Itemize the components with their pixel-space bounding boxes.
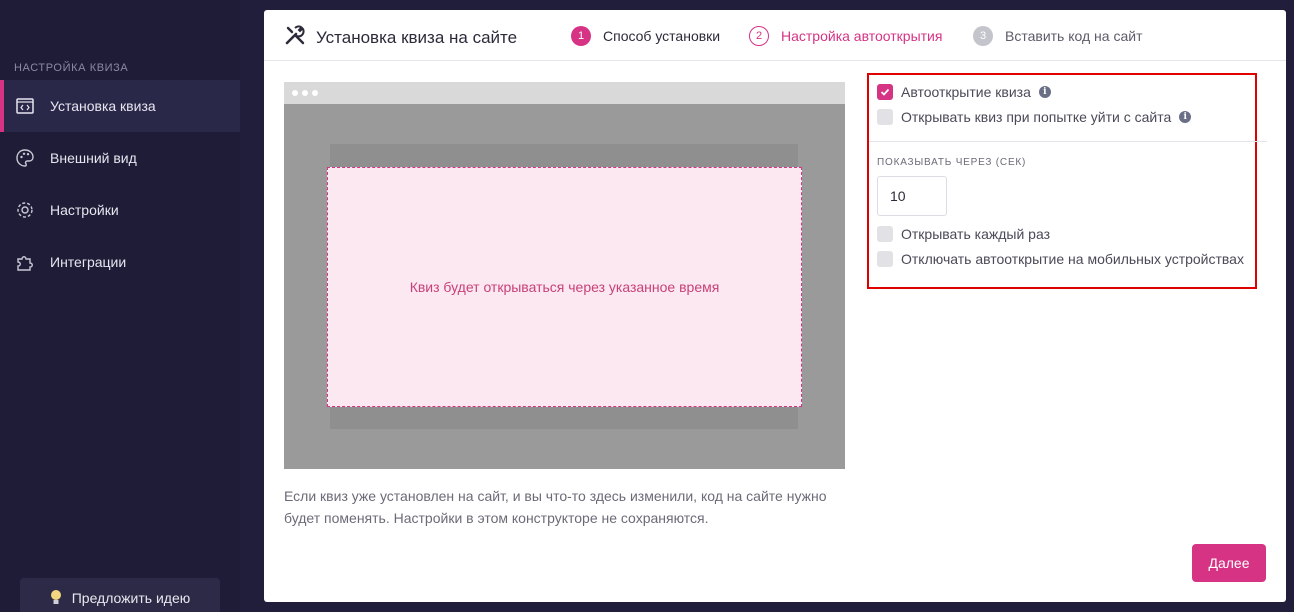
step-number: 2	[749, 26, 769, 46]
sidebar-section-label: НАСТРОЙКА КВИЗА	[14, 62, 129, 74]
quiz-preview-text: Квиз будет открываться через указанное в…	[409, 279, 720, 295]
autoopen-option[interactable]: Автооткрытие квиза i	[877, 84, 1051, 100]
step-label: Настройка автооткрытия	[781, 28, 943, 44]
divider	[869, 141, 1267, 142]
browser-dot	[312, 90, 318, 96]
step-2[interactable]: 2 Настройка автооткрытия	[749, 26, 942, 46]
step-number: 1	[571, 26, 591, 46]
show-after-label: ПОКАЗЫВАТЬ ЧЕРЕЗ (СЕК)	[877, 157, 1027, 168]
header: Установка квиза на сайте 1 Способ устано…	[264, 10, 1286, 61]
browser-bar	[284, 82, 845, 104]
info-icon[interactable]: i	[1038, 86, 1051, 98]
show-after-seconds-input[interactable]	[877, 176, 947, 216]
sidebar-item-label: Интеграции	[50, 254, 127, 270]
disable-mobile-checkbox[interactable]	[877, 251, 893, 267]
quiz-preview-box: Квиз будет открываться через указанное в…	[327, 167, 802, 407]
every-time-checkbox[interactable]	[877, 226, 893, 242]
tools-icon	[284, 24, 306, 51]
every-time-option[interactable]: Открывать каждый раз	[877, 226, 1050, 242]
sidebar: НАСТРОЙКА КВИЗА Установка квиза Внешний …	[0, 0, 240, 612]
suggest-idea-button[interactable]: Предложить идею	[20, 578, 220, 612]
browser-dot	[292, 90, 298, 96]
check-icon	[880, 88, 890, 96]
sidebar-item-install[interactable]: Установка квиза	[0, 80, 240, 132]
browser-dot	[302, 90, 308, 96]
exit-intent-label: Открывать квиз при попытке уйти с сайта	[901, 109, 1172, 125]
main-panel: Установка квиза на сайте 1 Способ устано…	[264, 10, 1286, 602]
sidebar-item-integrations[interactable]: Интеграции	[0, 236, 240, 288]
sidebar-item-appearance[interactable]: Внешний вид	[0, 132, 240, 184]
autoopen-checkbox[interactable]	[877, 84, 893, 100]
puzzle-icon	[14, 251, 36, 273]
step-number: 3	[973, 26, 993, 46]
step-3[interactable]: 3 Вставить код на сайт	[973, 26, 1142, 46]
disable-mobile-label: Отключать автооткрытие на мобильных устр…	[901, 251, 1244, 267]
page-title: Установка квиза на сайте	[284, 24, 517, 51]
sidebar-item-settings[interactable]: Настройки	[0, 184, 240, 236]
autoopen-settings: Автооткрытие квиза i Открывать квиз при …	[867, 73, 1267, 289]
info-icon[interactable]: i	[1179, 111, 1192, 123]
palette-icon	[14, 147, 36, 169]
autoopen-label: Автооткрытие квиза	[901, 84, 1031, 100]
gear-icon	[14, 199, 36, 221]
sidebar-item-label: Внешний вид	[50, 150, 137, 166]
step-label: Способ установки	[603, 28, 721, 44]
sidebar-item-label: Установка квиза	[50, 98, 156, 114]
code-window-icon	[14, 95, 36, 117]
exit-intent-option[interactable]: Открывать квиз при попытке уйти с сайта …	[877, 109, 1192, 125]
step-label: Вставить код на сайт	[1005, 28, 1143, 44]
lightbulb-icon	[50, 589, 62, 607]
suggest-idea-label: Предложить идею	[71, 590, 191, 606]
page-title-text: Установка квиза на сайте	[316, 27, 518, 47]
browser-preview: Квиз будет открываться через указанное в…	[284, 82, 845, 469]
next-button[interactable]: Далее	[1192, 544, 1266, 582]
every-time-label: Открывать каждый раз	[901, 226, 1050, 242]
install-note: Если квиз уже установлен на сайт, и вы ч…	[284, 488, 827, 526]
exit-intent-checkbox[interactable]	[877, 109, 893, 125]
step-1[interactable]: 1 Способ установки	[571, 26, 720, 46]
sidebar-item-label: Настройки	[50, 202, 119, 218]
disable-mobile-option[interactable]: Отключать автооткрытие на мобильных устр…	[877, 251, 1244, 267]
